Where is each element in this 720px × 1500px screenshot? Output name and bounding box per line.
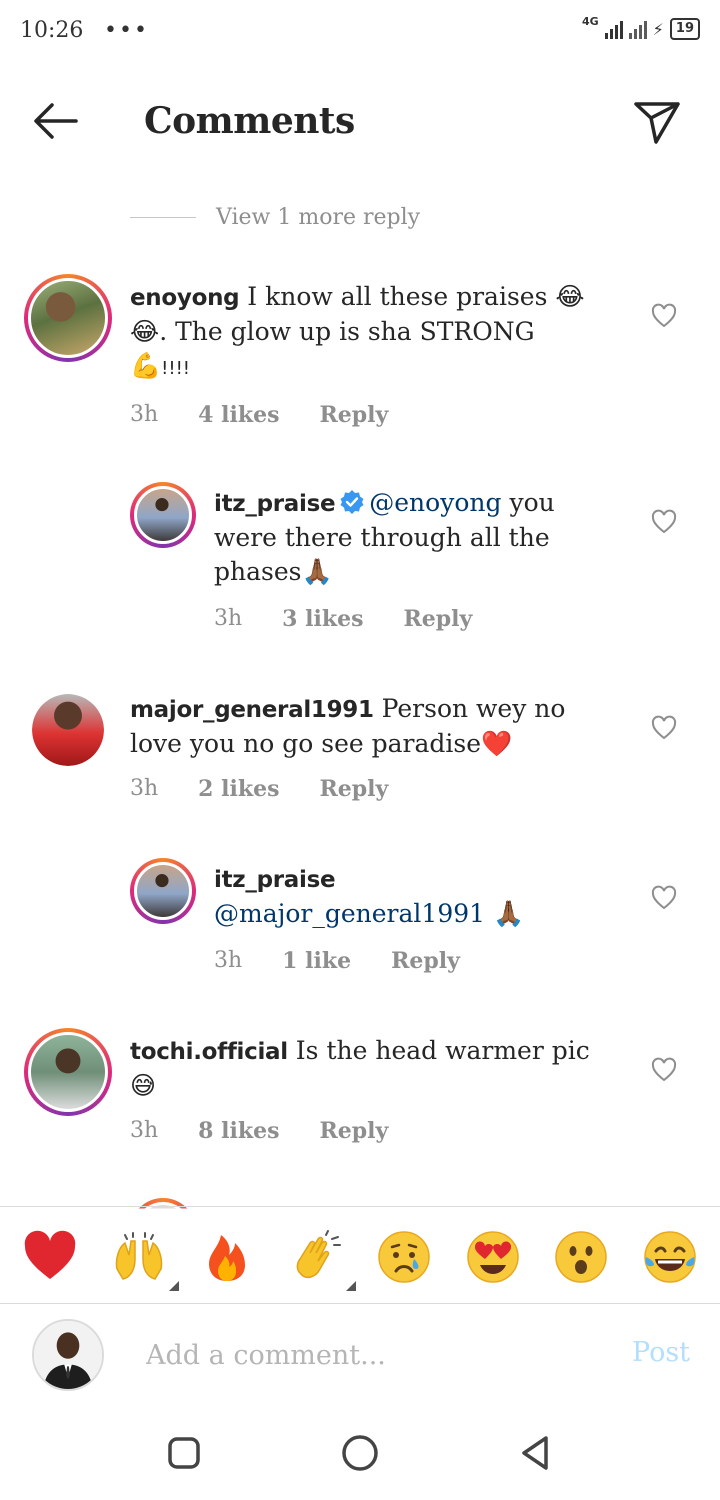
home-icon[interactable]: [340, 1433, 380, 1473]
network-type: 4G: [581, 14, 599, 28]
comment-time: 3h: [130, 776, 159, 801]
red-heart-icon: [25, 1230, 76, 1279]
status-notification-dots: •••: [104, 18, 149, 43]
flexed-biceps-emoji: 💪: [130, 351, 162, 380]
laughing-emoji: 😂: [555, 282, 585, 311]
comment-username[interactable]: enoyong: [130, 285, 240, 311]
surprised-face-icon: [555, 1231, 607, 1283]
comment-meta: 3h 4 likes Reply: [130, 402, 428, 428]
verified-badge-icon: [340, 490, 364, 514]
direct-message-icon[interactable]: [630, 94, 684, 148]
comment-likes[interactable]: 3 likes: [282, 606, 363, 632]
comment-meta: 3h 3 likes Reply: [214, 606, 512, 632]
heart-icon[interactable]: [650, 884, 678, 912]
page-title: Comments: [144, 100, 355, 142]
heart-icon[interactable]: [650, 508, 678, 536]
avatar[interactable]: [24, 1028, 112, 1116]
composer-top-divider: [0, 1303, 720, 1304]
comment-meta: 3h 2 likes Reply: [130, 776, 428, 802]
folded-hands-emoji: 🙏🏾: [301, 557, 333, 586]
red-heart-emoji: ❤️: [481, 729, 513, 758]
reply-button[interactable]: Reply: [319, 402, 388, 428]
comment-likes[interactable]: 2 likes: [198, 776, 279, 802]
status-indicators: 4G ⚡ 19: [581, 14, 700, 40]
heart-eyes-face-icon: [467, 1231, 519, 1283]
system-navigation-bar: [0, 1405, 720, 1500]
comment-text: tochi.official Is the head warmer pic 😅: [130, 1036, 590, 1100]
skin-tone-indicator: [168, 1281, 179, 1291]
status-time: 10:26: [20, 18, 84, 43]
back-triangle-icon[interactable]: [516, 1433, 556, 1473]
clapping-hands-icon: [296, 1230, 341, 1279]
comment-likes[interactable]: 4 likes: [198, 402, 279, 428]
comment-text: itz_praise @enoyong you were there throug…: [214, 488, 555, 586]
skin-tone-indicator: [345, 1281, 356, 1291]
recent-apps-icon[interactable]: [164, 1433, 204, 1473]
comment-time: 3h: [130, 1118, 159, 1143]
comment-composer: Post: [0, 1305, 720, 1405]
mention-link[interactable]: @enoyong: [369, 488, 501, 517]
crying-face-icon: [378, 1231, 430, 1283]
heart-icon[interactable]: [650, 714, 678, 742]
comment-likes[interactable]: 1 like: [282, 948, 351, 974]
signal-icon: [604, 19, 623, 39]
laughing-emoji: 😂: [130, 317, 160, 346]
reply-button[interactable]: Reply: [391, 948, 460, 974]
comment-username[interactable]: itz_praise: [214, 491, 336, 517]
comment-username[interactable]: tochi.official: [130, 1039, 288, 1065]
fire-icon: [209, 1235, 246, 1281]
raising-hands-icon: [115, 1232, 162, 1280]
reaction-heart-eyes-button[interactable]: [463, 1227, 523, 1287]
header: Comments: [0, 64, 720, 174]
avatar[interactable]: [32, 694, 104, 766]
mention-link[interactable]: @major_general1991: [214, 899, 485, 928]
reactions-top-divider: [0, 1206, 720, 1207]
comment-text: enoyong I know all these praises 😂 😂. Th…: [130, 282, 585, 380]
heart-icon[interactable]: [650, 1056, 678, 1084]
battery-icon: 19: [669, 18, 700, 40]
folded-hands-emoji: 🙏🏾: [485, 899, 525, 928]
reaction-crying-button[interactable]: [374, 1227, 434, 1287]
reaction-heart-button[interactable]: [20, 1227, 80, 1287]
back-arrow-icon[interactable]: [28, 94, 82, 148]
heart-icon[interactable]: [650, 302, 678, 330]
reaction-clapping-button[interactable]: [286, 1227, 356, 1291]
comment-likes[interactable]: 8 likes: [198, 1118, 279, 1144]
comment-username[interactable]: major_general1991: [130, 697, 374, 723]
comment-time: 3h: [214, 606, 243, 631]
avatar[interactable]: [130, 482, 196, 548]
view-more-line: [130, 217, 196, 218]
reaction-raising-hands-button[interactable]: [109, 1227, 179, 1291]
post-button[interactable]: Post: [632, 1337, 690, 1368]
status-bar: 10:26 ••• 4G ⚡ 19: [0, 0, 720, 64]
current-user-avatar: [32, 1319, 104, 1391]
comment-time: 3h: [130, 402, 159, 427]
comment-time: 3h: [214, 948, 243, 973]
reply-button[interactable]: Reply: [403, 606, 472, 632]
grinning-sweat-emoji: 😅: [130, 1071, 157, 1100]
comment-input[interactable]: [146, 1335, 586, 1375]
profile-photo-icon: [34, 1321, 102, 1389]
comment-text: major_general1991 Person wey no love you…: [130, 694, 566, 758]
signal-2-icon: [628, 19, 647, 39]
reply-button[interactable]: Reply: [319, 1118, 388, 1144]
reply-button[interactable]: Reply: [319, 776, 388, 802]
comment-meta: 3h 1 like Reply: [214, 948, 500, 974]
comment-meta: 3h 8 likes Reply: [130, 1118, 428, 1144]
charging-icon: ⚡: [652, 19, 664, 39]
avatar[interactable]: [130, 858, 196, 924]
tears-of-joy-face-icon: [644, 1231, 696, 1283]
comment-username[interactable]: itz_praise: [214, 867, 336, 893]
quick-reactions-bar: [0, 1210, 720, 1304]
reaction-laughing-button[interactable]: [640, 1227, 700, 1287]
comment-text: itz_praise @major_general1991 🙏🏾: [214, 862, 614, 931]
view-more-label: View 1 more reply: [216, 205, 421, 230]
reaction-fire-button[interactable]: [197, 1227, 257, 1287]
avatar[interactable]: [24, 274, 112, 362]
reaction-surprised-button[interactable]: [551, 1227, 611, 1287]
view-more-replies[interactable]: View 1 more reply: [130, 205, 420, 230]
